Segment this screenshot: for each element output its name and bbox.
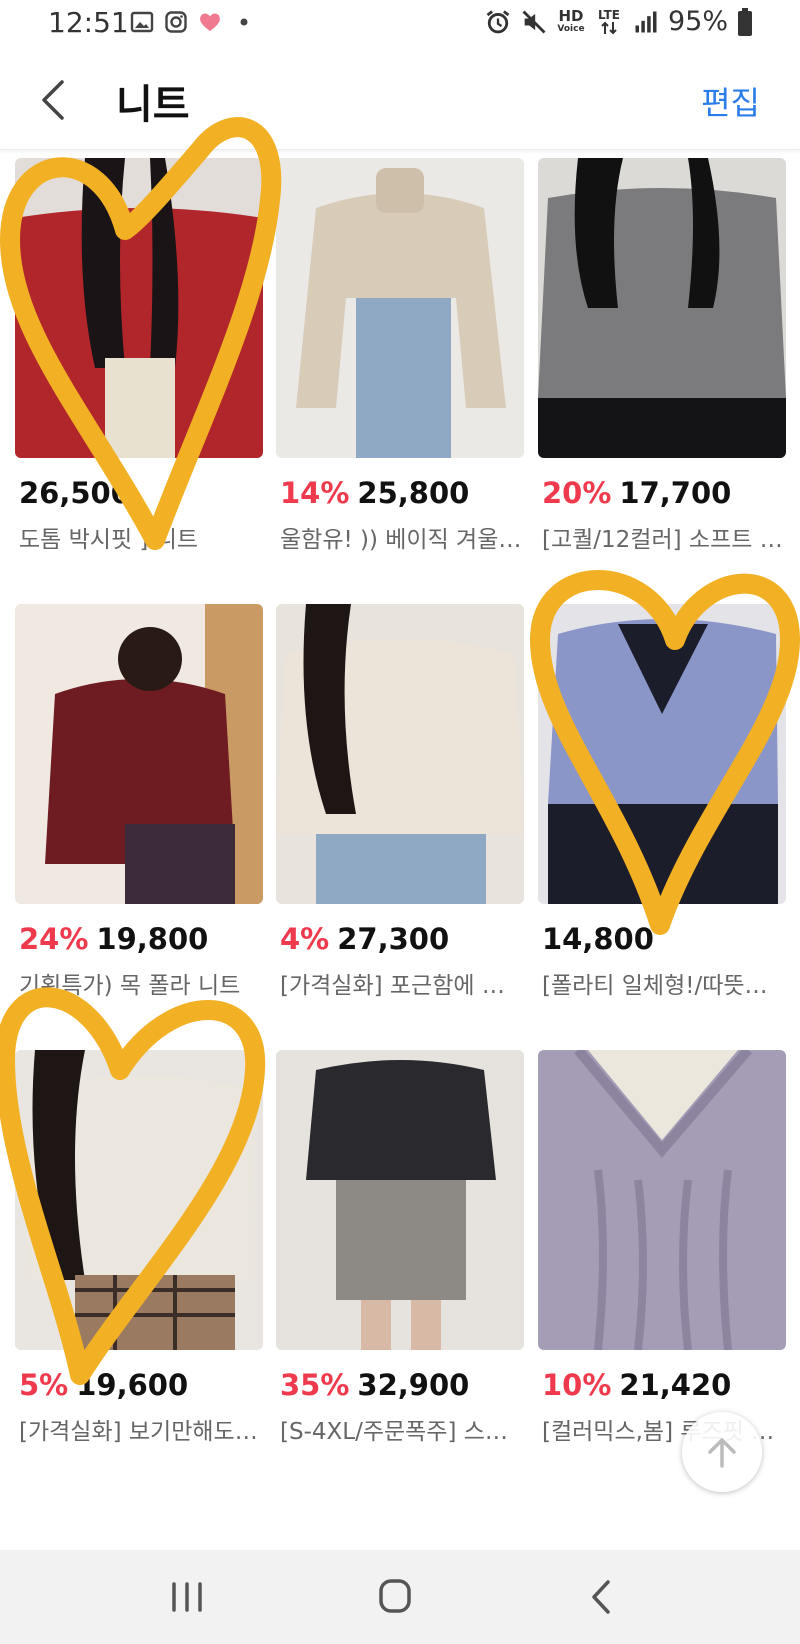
back-icon — [592, 1580, 610, 1614]
price: 25,800 — [357, 476, 470, 510]
discount-rate: 10% — [542, 1368, 612, 1402]
product-name: 도톰 박시핏 ] 니트 — [19, 527, 199, 553]
edit-button[interactable]: 편집 — [701, 78, 760, 124]
instagram-icon — [165, 11, 187, 33]
discount-rate: 20% — [542, 476, 612, 510]
home-icon — [379, 1579, 411, 1613]
product-name: [고퀄/12컬러] 소프트 … — [542, 527, 783, 553]
product-card[interactable]: 14,800 [폴라티 일체형!/따뜻~… — [538, 604, 786, 1024]
signal-icon — [635, 11, 657, 32]
battery-icon — [738, 7, 752, 36]
status-notification-icons — [130, 10, 256, 34]
discount-rate: 24% — [19, 922, 89, 956]
data-arrows-icon — [601, 21, 617, 34]
price-row: 14,800 — [542, 922, 654, 956]
chevron-left-icon — [42, 80, 64, 120]
product-image — [276, 158, 524, 458]
product-image — [538, 158, 786, 458]
product-card[interactable]: 24% 19,800 기획특가) 목 폴라 니트 — [15, 604, 263, 1024]
price: 17,700 — [619, 476, 732, 510]
more-dot-icon — [240, 18, 248, 26]
mute-icon — [522, 10, 546, 33]
price: 19,600 — [76, 1368, 189, 1402]
system-back-button[interactable] — [572, 1572, 632, 1622]
recents-icon — [172, 1582, 202, 1612]
product-name: [가격실화] 보기만해도… — [19, 1419, 258, 1445]
price-row: 4% 27,300 — [280, 922, 449, 956]
price-row: 10% 21,420 — [542, 1368, 731, 1402]
hd-voice-indicator: HD Voice — [556, 7, 586, 35]
voice-label: Voice — [557, 24, 585, 34]
product-image — [276, 604, 524, 904]
product-image — [538, 1050, 786, 1350]
app-header: 니트 편집 — [0, 50, 800, 150]
price: 14,800 — [542, 922, 654, 956]
scroll-top-button[interactable] — [682, 1412, 762, 1492]
price-row: 35% 32,900 — [280, 1368, 469, 1402]
price: 21,420 — [619, 1368, 732, 1402]
price-row: 26,500 — [19, 476, 131, 510]
back-button[interactable] — [36, 76, 72, 124]
product-image — [538, 604, 786, 904]
price-row: 24% 19,800 — [19, 922, 208, 956]
recents-button[interactable] — [158, 1572, 218, 1622]
product-name: [S-4XL/주문폭주] 스… — [280, 1419, 508, 1445]
product-image — [15, 1050, 263, 1350]
product-card[interactable]: 5% 19,600 [가격실화] 보기만해도… — [15, 1050, 263, 1470]
discount-rate: 5% — [19, 1368, 69, 1402]
lte-indicator: LTE — [594, 9, 624, 35]
price-row: 20% 17,700 — [542, 476, 731, 510]
product-card[interactable]: 14% 25,800 울함유! )) 베이직 겨울 … — [276, 158, 524, 578]
arrow-up-icon — [708, 1438, 736, 1468]
price-row: 5% 19,600 — [19, 1368, 188, 1402]
discount-rate: 35% — [280, 1368, 350, 1402]
product-card[interactable]: 10% 21,420 [컬러믹스,봄] 루즈핏 … — [538, 1050, 786, 1470]
product-image — [276, 1050, 524, 1350]
product-name: [폴라티 일체형!/따뜻~… — [542, 973, 786, 999]
product-name: 울함유! )) 베이직 겨울 … — [280, 527, 524, 553]
product-image — [15, 158, 263, 458]
product-name: [가격실화] 포근함에 … — [280, 973, 505, 999]
product-card[interactable]: 26,500 도톰 박시핏 ] 니트 — [15, 158, 263, 578]
product-name: 기획특가) 목 폴라 니트 — [19, 973, 241, 999]
price: 32,900 — [357, 1368, 470, 1402]
battery-percent: 95% — [667, 6, 728, 37]
discount-rate: 14% — [280, 476, 350, 510]
home-button[interactable] — [365, 1572, 425, 1622]
product-card[interactable]: 20% 17,700 [고퀄/12컬러] 소프트 … — [538, 158, 786, 578]
hd-label: HD — [558, 7, 584, 25]
price-row: 14% 25,800 — [280, 476, 469, 510]
price: 19,800 — [96, 922, 209, 956]
system-nav-bar — [0, 1550, 800, 1644]
heart-icon — [200, 13, 220, 31]
product-card[interactable]: 35% 32,900 [S-4XL/주문폭주] 스… — [276, 1050, 524, 1470]
lte-label: LTE — [597, 7, 620, 22]
gallery-icon — [130, 11, 154, 33]
product-image — [15, 604, 263, 904]
alarm-icon — [486, 9, 510, 33]
discount-rate: 4% — [280, 922, 330, 956]
page-title: 니트 — [116, 82, 190, 128]
product-card[interactable]: 4% 27,300 [가격실화] 포근함에 … — [276, 604, 524, 1024]
status-time: 12:51 — [48, 6, 129, 39]
status-system-icons: HD Voice LTE 95% — [484, 6, 754, 37]
status-bar: 12:51 HD Voice LTE 95% — [0, 0, 800, 50]
price: 27,300 — [337, 922, 450, 956]
price: 26,500 — [19, 476, 131, 510]
